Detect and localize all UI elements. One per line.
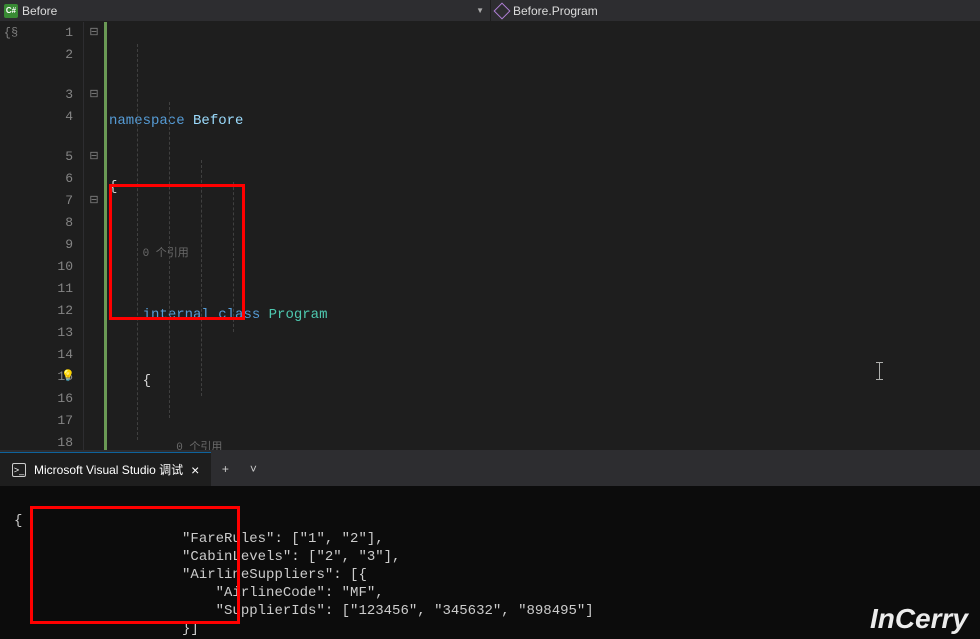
editor-glyph-margin: {§ [0,22,22,450]
fold-toggle[interactable]: ⊟ [84,146,104,168]
class-icon [495,4,509,18]
class-name: Program [269,307,328,323]
terminal-line: }] [14,621,199,637]
keyword: namespace [109,113,185,129]
fold-toggle[interactable]: ⊟ [84,84,104,106]
close-icon[interactable]: × [191,462,199,478]
terminal-tab-label: Microsoft Visual Studio 调试 [34,461,183,478]
line-number: 16 [22,388,73,410]
add-terminal-button[interactable]: + [211,462,239,476]
code-editor[interactable]: {§ 1 2 3 4 5 6 7 8 9 10 11 12 13 14 15💡 … [0,22,980,450]
fold-toggle[interactable]: ⊟ [84,22,104,44]
text-cursor-icon [879,362,880,380]
terminal-line: { [14,513,22,529]
breadcrumb-symbol[interactable]: Before.Program [490,0,980,21]
terminal-line: "SupplierIds": ["123456", "345632", "898… [14,603,594,619]
line-number: 7 [22,190,73,212]
terminal-panel: >_ Microsoft Visual Studio 调试 × + ˅ { "F… [0,450,980,639]
line-number: 11 [22,278,73,300]
line-number: 4 [22,106,73,128]
line-number: 9 [22,234,73,256]
line-number: 1 [22,22,73,44]
line-number: 17 [22,410,73,432]
line-number: 2 [22,44,73,66]
terminal-line: "AirlineSuppliers": [{ [14,567,367,583]
chevron-down-icon: ▼ [476,6,484,15]
terminal-line: "AirlineCode": "MF", [14,585,384,601]
line-number: 3 [22,84,73,106]
brace: { [143,373,151,389]
line-number: 13 [22,322,73,344]
terminal-icon: >_ [12,463,26,477]
terminal-tabbar: >_ Microsoft Visual Studio 调试 × + ˅ [0,452,980,486]
line-number-gutter: 1 2 3 4 5 6 7 8 9 10 11 12 13 14 15💡 16 … [22,22,84,450]
breadcrumb-file[interactable]: C# Before ▼ [0,4,490,18]
brace: { [109,179,117,195]
line-number: 14 [22,344,73,366]
line-number: 5 [22,146,73,168]
line-number: 12 [22,300,73,322]
line-number: 10 [22,256,73,278]
codelens-references[interactable]: 0 个引用 [143,248,189,260]
line-number: 6 [22,168,73,190]
keyword: internal [143,307,210,323]
line-number: 15💡 [22,366,73,388]
terminal-line: "FareRules": ["1", "2"], [14,531,384,547]
fold-toggle[interactable]: ⊟ [84,190,104,212]
terminal-output[interactable]: { "FareRules": ["1", "2"], "CabinLevels"… [0,486,980,639]
breadcrumb-symbol-label: Before.Program [513,4,598,18]
lightbulb-icon[interactable]: 💡 [61,366,75,388]
terminal-more-button[interactable]: ˅ [239,462,267,476]
line-number: 8 [22,212,73,234]
breadcrumb-file-label: Before [22,4,57,18]
terminal-tab-active[interactable]: >_ Microsoft Visual Studio 调试 × [0,452,211,486]
terminal-line: "CabinLevels": ["2", "3"], [14,549,400,565]
breadcrumb-bar: C# Before ▼ Before.Program [0,0,980,22]
code-content[interactable]: namespace Before { 0 个引用 internal class … [104,22,980,450]
csharp-file-icon: C# [4,4,18,18]
fold-gutter: ⊟ ⊟ ⊟ ⊟ [84,22,104,450]
namespace-name: Before [193,113,243,129]
keyword: class [218,307,260,323]
